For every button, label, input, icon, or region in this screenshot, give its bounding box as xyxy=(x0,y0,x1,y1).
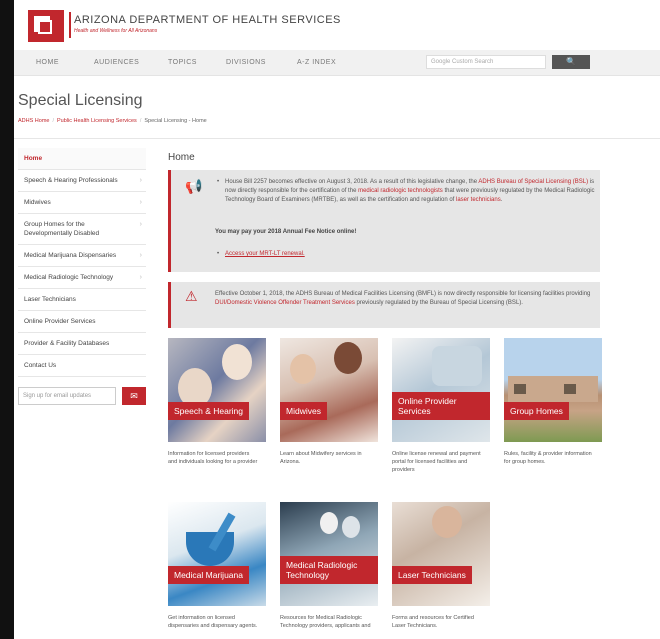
card-medical-marijuana[interactable]: Medical Marijuana Get information on lic… xyxy=(168,502,266,630)
sidebar-item-group-homes[interactable]: Group Homes for the Developmentally Disa… xyxy=(18,214,146,245)
adhs-logo[interactable] xyxy=(28,10,64,42)
breadcrumb-adhs-home[interactable]: ADHS Home xyxy=(18,118,49,124)
announcement-text: • House Bill 2257 becomes effective on Au… xyxy=(217,179,595,203)
search-input[interactable]: Google Custom Search xyxy=(426,55,546,69)
announcement-alert: 📢 • House Bill 2257 becomes effective on … xyxy=(168,170,600,272)
sidebar-item-contact-us[interactable]: Contact Us xyxy=(18,355,146,377)
medical-marijuana-photo: Medical Marijuana xyxy=(168,502,266,606)
card-medical-radiologic-technology[interactable]: Medical Radiologic Technology Resources … xyxy=(280,502,378,630)
sidebar-item-home[interactable]: Home xyxy=(18,148,146,170)
bullet: • xyxy=(217,251,220,257)
laser-technicians-link[interactable]: laser technicians xyxy=(456,197,501,203)
breadcrumb-licensing[interactable]: Public Health Licensing Services xyxy=(57,118,137,124)
card-label: Laser Technicians xyxy=(392,566,472,584)
radiologic-photo: Medical Radiologic Technology xyxy=(280,502,378,606)
main-nav: HOME AUDIENCES TOPICS DIVISIONS A-Z INDE… xyxy=(14,50,660,76)
breadcrumb-current: Special Licensing - Home xyxy=(144,118,207,124)
chevron-right-icon: › xyxy=(139,274,142,281)
card-description: Rules, facility & provider information f… xyxy=(504,451,592,465)
search-button[interactable]: 🔍 xyxy=(552,55,590,69)
card-label: Group Homes xyxy=(504,402,569,420)
envelope-icon: ✉ xyxy=(130,391,138,401)
chevron-right-icon: › xyxy=(139,221,142,228)
fee-notice: You may pay your 2018 Annual Fee Notice … xyxy=(215,229,357,235)
nav-topics[interactable]: TOPICS xyxy=(168,59,197,66)
card-description: Get information on licensed dispensaries… xyxy=(168,615,258,629)
card-online-provider-services[interactable]: Online Provider Services Online license … xyxy=(392,338,490,474)
nav-az-index[interactable]: A-Z INDEX xyxy=(297,59,336,66)
dui-services-link[interactable]: DUI/Domestic Violence Offender Treatment… xyxy=(215,300,355,306)
card-group-homes[interactable]: Group Homes Rules, facility & provider i… xyxy=(504,338,602,466)
chevron-right-icon: › xyxy=(139,199,142,206)
site-title[interactable]: ARIZONA DEPARTMENT OF HEALTH SERVICES xyxy=(74,14,341,26)
chevron-right-icon: › xyxy=(139,177,142,184)
logo-divider xyxy=(69,12,71,38)
nav-audiences[interactable]: AUDIENCES xyxy=(94,59,139,66)
site-header: ARIZONA DEPARTMENT OF HEALTH SERVICES He… xyxy=(14,0,660,48)
nav-home[interactable]: HOME xyxy=(36,59,59,66)
search-icon: 🔍 xyxy=(566,57,576,66)
sidebar-item-laser-technicians[interactable]: Laser Technicians xyxy=(18,289,146,311)
title-divider xyxy=(14,138,660,139)
renewal-link[interactable]: Access your MRT-LT renewal. xyxy=(225,251,305,257)
card-label: Medical Marijuana xyxy=(168,566,249,584)
sidebar-item-radiologic-tech[interactable]: Medical Radiologic Technology › xyxy=(18,267,146,289)
bsl-link[interactable]: ADHS Bureau of Special Licensing (BSL) xyxy=(478,179,588,185)
card-description: Resources for Medical Radiologic Technol… xyxy=(280,615,371,629)
email-signup-button[interactable]: ✉ xyxy=(122,387,146,405)
card-description: Forms and resources for Certified Laser … xyxy=(392,615,474,629)
sidebar-item-speech-hearing[interactable]: Speech & Hearing Professionals › xyxy=(18,170,146,192)
card-label: Medical Radiologic Technology xyxy=(280,556,378,584)
mrt-link[interactable]: medical radiologic technologists xyxy=(358,188,443,194)
card-speech-hearing[interactable]: Speech & Hearing Information for license… xyxy=(168,338,266,466)
group-homes-photo: Group Homes xyxy=(504,338,602,442)
card-label: Midwives xyxy=(280,402,327,420)
warning-text: Effective October 1, 2018, the ADHS Bure… xyxy=(215,291,591,306)
card-description: Information for licensed providers and i… xyxy=(168,451,258,465)
main-heading: Home xyxy=(168,152,195,163)
breadcrumb: ADHS Home / Public Health Licensing Servic… xyxy=(18,118,207,124)
card-label: Online Provider Services xyxy=(392,392,490,420)
page-title: Special Licensing xyxy=(18,92,143,109)
card-label: Speech & Hearing xyxy=(168,402,249,420)
midwives-photo: Midwives xyxy=(280,338,378,442)
online-services-photo: Online Provider Services xyxy=(392,338,490,442)
chevron-right-icon: › xyxy=(139,252,142,259)
site-tagline: Health and Wellness for All Arizonans xyxy=(74,28,158,34)
sidebar-item-online-provider-services[interactable]: Online Provider Services xyxy=(18,311,146,333)
laser-technicians-photo: Laser Technicians xyxy=(392,502,490,606)
breadcrumb-separator: / xyxy=(139,118,142,124)
renewal-item: • Access your MRT-LT renewal. xyxy=(217,250,305,259)
email-signup: Sign up for email updates ✉ xyxy=(18,387,146,405)
bullet: • xyxy=(217,179,220,185)
email-field[interactable]: Sign up for email updates xyxy=(18,387,116,405)
megaphone-icon: 📢 xyxy=(185,178,203,194)
warning-icon: ⚠ xyxy=(185,288,198,304)
card-description: Learn about Midwifery services in Arizon… xyxy=(280,451,362,465)
breadcrumb-separator: / xyxy=(52,118,55,124)
nav-divisions[interactable]: DIVISIONS xyxy=(226,59,266,66)
card-midwives[interactable]: Midwives Learn about Midwifery services … xyxy=(280,338,378,466)
sidebar-item-midwives[interactable]: Midwives › xyxy=(18,192,146,214)
browser-page: ARIZONA DEPARTMENT OF HEALTH SERVICES He… xyxy=(14,0,660,639)
sidebar: Home Speech & Hearing Professionals › Mid… xyxy=(18,148,146,405)
sidebar-item-databases[interactable]: Provider & Facility Databases xyxy=(18,333,146,355)
warning-alert: ⚠ Effective October 1, 2018, the ADHS Bu… xyxy=(168,282,600,328)
card-description: Online license renewal and payment porta… xyxy=(392,451,481,473)
sidebar-item-medical-marijuana[interactable]: Medical Marijuana Dispensaries › xyxy=(18,245,146,267)
card-laser-technicians[interactable]: Laser Technicians Forms and resources fo… xyxy=(392,502,490,630)
speech-hearing-photo: Speech & Hearing xyxy=(168,338,266,442)
